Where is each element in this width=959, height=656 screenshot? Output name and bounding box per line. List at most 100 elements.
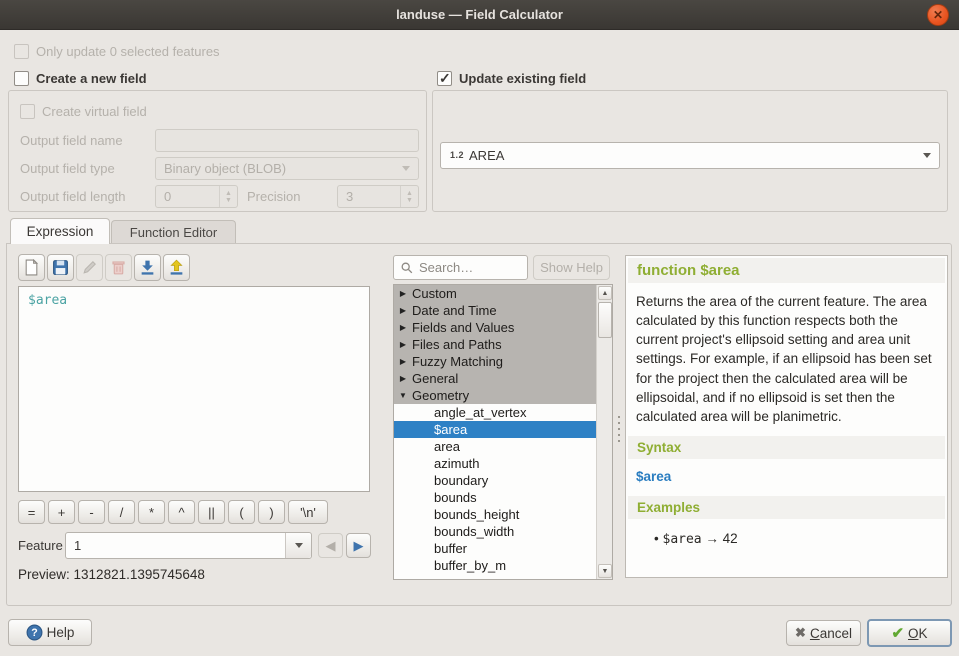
panel-splitter[interactable] — [614, 284, 624, 580]
tree-group-files-and-paths[interactable]: ▶Files and Paths — [394, 336, 598, 353]
feature-value: 1 — [74, 538, 81, 553]
tree-item-area[interactable]: area — [394, 438, 598, 455]
update-existing-field-checkbox[interactable]: Update existing field — [437, 71, 586, 86]
save-expression-button[interactable] — [47, 254, 74, 281]
search-input[interactable] — [419, 260, 519, 275]
chevron-down-icon — [295, 543, 303, 548]
field-calculator-dialog: landuse — Field Calculator ✕ Only update… — [0, 0, 959, 656]
help-button[interactable]: ? Help — [8, 619, 92, 646]
preview-label: Preview: — [18, 567, 70, 582]
only-update-label: Only update 0 selected features — [36, 44, 220, 59]
expression-editor[interactable]: $area — [18, 286, 370, 492]
arrow-down-to-bar-icon — [139, 259, 156, 276]
chevron-right-icon[interactable]: ▶ — [394, 336, 412, 353]
update-existing-field-label: Update existing field — [459, 71, 586, 86]
scrollbar-thumb[interactable] — [598, 302, 612, 338]
pencil-icon — [81, 259, 98, 276]
tree-item-bounds-height[interactable]: bounds_height — [394, 506, 598, 523]
delete-expression-button — [105, 254, 132, 281]
splitter-grip-icon — [618, 416, 620, 446]
save-icon — [52, 259, 69, 276]
operator-open-paren-button[interactable]: ( — [228, 500, 255, 524]
operator-newline-button[interactable]: '\n' — [288, 500, 328, 524]
help-button-label: Help — [47, 625, 75, 640]
help-example: • $area → 42 — [626, 523, 947, 547]
chevron-right-icon[interactable]: ▶ — [394, 353, 412, 370]
scroll-up-icon[interactable]: ▲ — [598, 286, 612, 300]
chevron-right-icon[interactable]: ▶ — [394, 370, 412, 387]
tree-item-area-function-selected[interactable]: $area — [394, 421, 598, 438]
tree-group-general[interactable]: ▶General — [394, 370, 598, 387]
function-tree: ▶Custom ▶Date and Time ▶Fields and Value… — [393, 284, 613, 580]
output-field-type-label: Output field type — [20, 161, 115, 176]
cancel-button[interactable]: ✖ Cancel — [786, 620, 861, 646]
feature-combo[interactable]: 1 — [65, 532, 312, 559]
operator-close-paren-button[interactable]: ) — [258, 500, 285, 524]
tree-item-bounds-width[interactable]: bounds_width — [394, 523, 598, 540]
output-field-type-combo: Binary object (BLOB) — [155, 157, 419, 180]
create-virtual-field-label: Create virtual field — [42, 104, 147, 119]
tab-expression[interactable]: Expression — [10, 218, 110, 244]
new-expression-button[interactable] — [18, 254, 45, 281]
tree-group-custom[interactable]: ▶Custom — [394, 285, 598, 302]
function-help-panel: function $area Returns the area of the c… — [625, 255, 948, 578]
close-icon[interactable]: ✕ — [927, 4, 949, 26]
operator-power-button[interactable]: ^ — [168, 500, 195, 524]
window-title: landuse — Field Calculator — [396, 7, 563, 22]
chevron-down-icon[interactable]: ▼ — [394, 387, 412, 404]
export-expression-button[interactable] — [163, 254, 190, 281]
operator-plus-button[interactable]: + — [48, 500, 75, 524]
scroll-down-icon[interactable]: ▼ — [598, 564, 612, 578]
tree-item-angle-at-vertex[interactable]: angle_at_vertex — [394, 404, 598, 421]
existing-field-value: AREA — [469, 148, 504, 163]
operator-equals-button[interactable]: = — [18, 500, 45, 524]
tree-item-bounds[interactable]: bounds — [394, 489, 598, 506]
tree-group-date-and-time[interactable]: ▶Date and Time — [394, 302, 598, 319]
precision-spinner: 3 ▲▼ — [337, 185, 419, 208]
help-title: function $area — [628, 258, 945, 283]
tree-group-geometry[interactable]: ▼Geometry — [394, 387, 598, 404]
checkbox-icon — [14, 44, 29, 59]
help-syntax-header: Syntax — [628, 436, 945, 459]
tree-item-azimuth[interactable]: azimuth — [394, 455, 598, 472]
checkbox-icon[interactable] — [14, 71, 29, 86]
edit-expression-button — [76, 254, 103, 281]
title-bar[interactable]: landuse — Field Calculator ✕ — [0, 0, 959, 30]
operator-multiply-button[interactable]: * — [138, 500, 165, 524]
only-update-checkbox: Only update 0 selected features — [14, 44, 220, 59]
svg-text:?: ? — [31, 627, 37, 639]
operator-divide-button[interactable]: / — [108, 500, 135, 524]
function-search[interactable] — [393, 255, 528, 280]
existing-field-combo[interactable]: 1.2 AREA — [440, 142, 940, 169]
combo-arrow-button[interactable] — [285, 533, 311, 558]
ok-check-icon: ✔ — [891, 624, 904, 642]
checkbox-checked-icon[interactable] — [437, 71, 452, 86]
cancel-button-label: Cancel — [810, 626, 852, 641]
tree-item-boundary[interactable]: boundary — [394, 472, 598, 489]
tree-item-buffer-by-m[interactable]: buffer_by_m — [394, 557, 598, 574]
cancel-x-icon: ✖ — [795, 625, 806, 641]
create-new-field-label: Create a new field — [36, 71, 147, 86]
create-new-field-checkbox[interactable]: Create a new field — [14, 71, 147, 86]
checkbox-icon — [20, 104, 35, 119]
chevron-right-icon[interactable]: ▶ — [394, 319, 412, 336]
tree-group-fuzzy-matching[interactable]: ▶Fuzzy Matching — [394, 353, 598, 370]
expression-code[interactable]: $area — [19, 287, 369, 308]
ok-button[interactable]: ✔ OK — [867, 619, 952, 647]
chevron-right-icon[interactable]: ▶ — [394, 302, 412, 319]
help-question-icon: ? — [26, 624, 43, 641]
chevron-right-icon[interactable]: ▶ — [394, 285, 412, 302]
tree-group-fields-and-values[interactable]: ▶Fields and Values — [394, 319, 598, 336]
tree-item-buffer[interactable]: buffer — [394, 540, 598, 557]
new-file-icon — [23, 259, 40, 276]
operator-concat-button[interactable]: || — [198, 500, 225, 524]
help-description: Returns the area of the current feature.… — [626, 283, 947, 432]
arrow-left-icon: ◀ — [326, 538, 336, 554]
tab-function-editor[interactable]: Function Editor — [111, 220, 236, 244]
operator-minus-button[interactable]: - — [78, 500, 105, 524]
next-feature-button[interactable]: ▶ — [346, 533, 371, 558]
arrow-right-icon: ▶ — [354, 538, 364, 554]
import-expression-button[interactable] — [134, 254, 161, 281]
output-field-type-value: Binary object (BLOB) — [164, 161, 286, 176]
tree-scrollbar[interactable]: ▲ ▼ — [596, 285, 612, 579]
